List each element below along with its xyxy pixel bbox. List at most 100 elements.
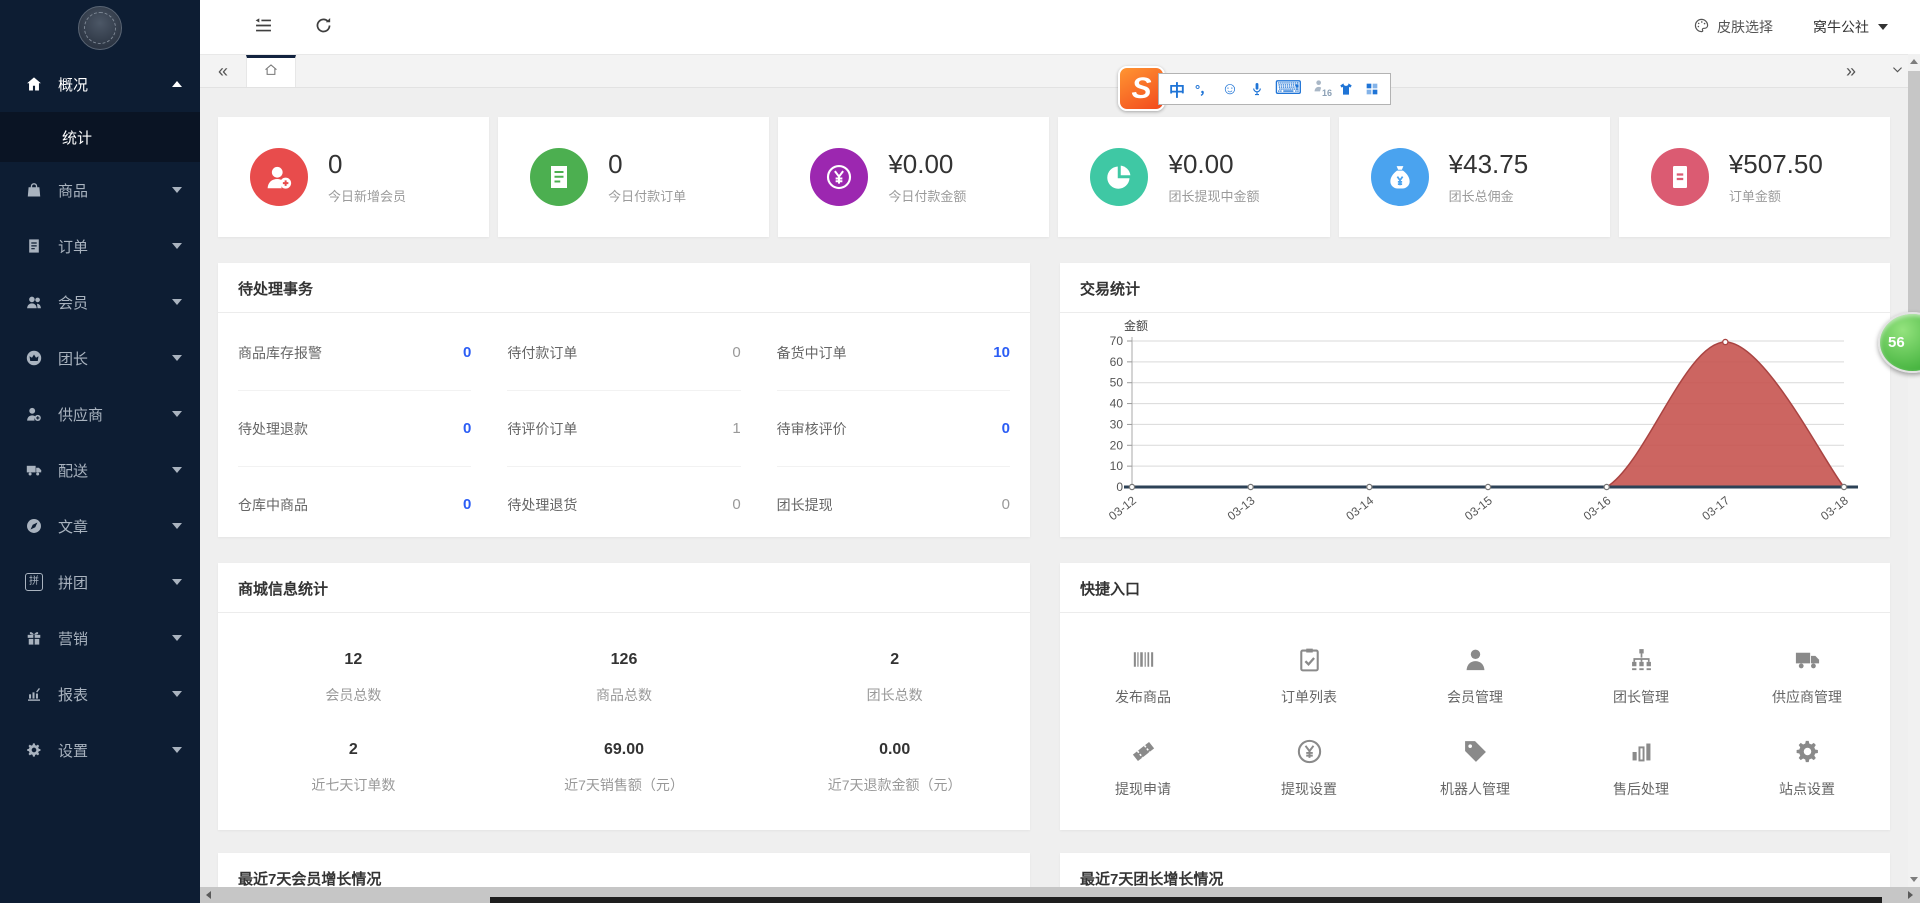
scroll-left-arrow[interactable]: [200, 887, 216, 903]
person-add-icon: [250, 148, 308, 206]
sidebar-item-pin[interactable]: 拼 拼团: [0, 554, 200, 610]
sidebar-subitem-label: 统计: [62, 127, 92, 148]
horizontal-scrollbar[interactable]: [200, 887, 1920, 903]
svg-text:03-16: 03-16: [1581, 493, 1614, 523]
pending-item-value: 0: [1002, 420, 1010, 437]
sidebar-item-label: 配送: [58, 460, 88, 481]
sidebar-item-gift[interactable]: 营销: [0, 610, 200, 666]
skin-select-button[interactable]: 皮肤选择: [1693, 17, 1773, 37]
pending-item-label: 备货中订单: [777, 343, 847, 363]
scroll-down-arrow[interactable]: [1908, 872, 1920, 887]
gift-icon: [24, 628, 44, 648]
svg-text:70: 70: [1110, 334, 1124, 348]
quick-entry-0[interactable]: 发布商品: [1060, 643, 1226, 707]
quick-entry-4[interactable]: 供应商管理: [1724, 643, 1890, 707]
mall-stat: 2 团长总数: [759, 651, 1030, 705]
refresh-icon: [313, 15, 334, 39]
tabs-scroll-left-button[interactable]: «: [200, 55, 246, 87]
quick-entry-1[interactable]: 订单列表: [1226, 643, 1392, 707]
quick-entry-8[interactable]: 售后处理: [1558, 735, 1724, 799]
sidebar-item-label: 营销: [58, 628, 88, 649]
svg-text:50: 50: [1110, 376, 1124, 390]
sidebar-menu: 概况 统计 商品 订单 会员 团长 供应商 配送 文章 拼 拼团: [0, 56, 200, 778]
quick-entry-label: 团长管理: [1558, 687, 1724, 707]
pending-item[interactable]: 待评价订单 1: [507, 391, 740, 467]
tabs-scroll-right-button[interactable]: »: [1828, 55, 1874, 87]
report-icon: [24, 684, 44, 704]
pending-item[interactable]: 仓库中商品 0: [238, 467, 471, 537]
quick-entry-label: 机器人管理: [1392, 779, 1558, 799]
account-menu[interactable]: 窝牛公社: [1813, 17, 1888, 37]
toolbox-grid-icon[interactable]: [1364, 81, 1380, 97]
svg-text:10: 10: [1110, 459, 1124, 473]
pending-item[interactable]: 备货中订单 10: [777, 315, 1010, 391]
caret-down-icon: [172, 355, 182, 361]
topbar: 皮肤选择 窝牛公社: [200, 0, 1920, 55]
sidebar-subitem-stats[interactable]: 统计: [0, 112, 200, 162]
sidebar-collapse-button[interactable]: [246, 10, 280, 44]
leader-icon: [24, 348, 44, 368]
pending-item[interactable]: 商品库存报警 0: [238, 315, 471, 391]
pending-item[interactable]: 待审核评价 0: [777, 391, 1010, 467]
barcode-icon: [1060, 643, 1226, 675]
skin-shirt-icon[interactable]: [1338, 81, 1354, 97]
stat-cards-row: 0 今日新增会员 0 今日付款订单 ¥0.00 今日付款金额 ¥0.00 团长提…: [218, 117, 1890, 237]
sidebar-item-report[interactable]: 报表: [0, 666, 200, 722]
pending-item-value: 10: [993, 344, 1010, 361]
mall-stat-value: 0.00: [759, 741, 1030, 759]
member-icon: [1392, 643, 1558, 675]
scroll-up-arrow[interactable]: [1908, 54, 1920, 69]
tab-home[interactable]: [246, 55, 296, 87]
svg-text:20: 20: [1110, 438, 1124, 452]
quick-entry-6[interactable]: 提现设置: [1226, 735, 1392, 799]
sidebar-item-home[interactable]: 概况: [0, 56, 200, 112]
pending-item-value: 0: [463, 496, 471, 513]
vertical-scroll-thumb[interactable]: [1908, 71, 1920, 314]
user-phrase-icon[interactable]: 16: [1312, 78, 1328, 99]
moneybag-icon: [1371, 148, 1429, 206]
ime-punctuation-button[interactable]: °，: [1195, 79, 1211, 98]
quick-entry-3[interactable]: 团长管理: [1558, 643, 1724, 707]
pending-item-label: 待处理退款: [238, 419, 308, 439]
microphone-icon[interactable]: [1249, 81, 1265, 97]
notification-count: 56: [1888, 334, 1905, 351]
sidebar-item-doc[interactable]: 订单: [0, 218, 200, 274]
caret-down-icon: [172, 299, 182, 305]
emoji-icon[interactable]: ☺: [1221, 79, 1238, 99]
pending-item[interactable]: 待处理退款 0: [238, 391, 471, 467]
ime-mode-button[interactable]: 中: [1169, 77, 1185, 101]
dashboard-content: 0 今日新增会员 0 今日付款订单 ¥0.00 今日付款金额 ¥0.00 团长提…: [200, 88, 1920, 903]
chevron-down-icon: [1890, 61, 1905, 82]
quick-entry-label: 订单列表: [1226, 687, 1392, 707]
caret-down-icon: [172, 187, 182, 193]
sidebar-item-truck[interactable]: 配送: [0, 442, 200, 498]
mall-stat-value: 12: [218, 651, 489, 669]
sidebar-item-supplier[interactable]: 供应商: [0, 386, 200, 442]
quick-entry-9[interactable]: 站点设置: [1724, 735, 1890, 799]
scroll-right-arrow[interactable]: [1902, 887, 1918, 903]
sidebar-item-leader[interactable]: 团长: [0, 330, 200, 386]
sidebar-item-gear[interactable]: 设置: [0, 722, 200, 778]
quick-entry-2[interactable]: 会员管理: [1392, 643, 1558, 707]
pending-item[interactable]: 团长提现 0: [777, 467, 1010, 537]
sidebar-item-bag[interactable]: 商品: [0, 162, 200, 218]
sidebar-item-users[interactable]: 会员: [0, 274, 200, 330]
quick-entry-5[interactable]: 提现申请: [1060, 735, 1226, 799]
tag-icon: [1392, 735, 1558, 767]
pending-item[interactable]: 待付款订单 0: [507, 315, 740, 391]
vertical-scrollbar[interactable]: [1908, 54, 1920, 887]
sidebar-item-label: 团长: [58, 348, 88, 369]
keyboard-icon[interactable]: ⌨: [1275, 77, 1302, 100]
horizontal-scroll-thumb[interactable]: [490, 897, 1882, 903]
pending-item[interactable]: 待处理退货 0: [507, 467, 740, 537]
stat-card-label: 订单金额: [1729, 186, 1823, 205]
home-outline-icon: [263, 62, 279, 83]
sidebar-item-compass[interactable]: 文章: [0, 498, 200, 554]
quick-entry-7[interactable]: 机器人管理: [1392, 735, 1558, 799]
caret-down-icon: [172, 747, 182, 753]
sidebar-item-label: 设置: [58, 740, 88, 761]
stat-card: ¥43.75 团长总佣金: [1339, 117, 1610, 237]
quick-entry-label: 售后处理: [1558, 779, 1724, 799]
refresh-button[interactable]: [306, 10, 340, 44]
bars-icon: [1558, 735, 1724, 767]
